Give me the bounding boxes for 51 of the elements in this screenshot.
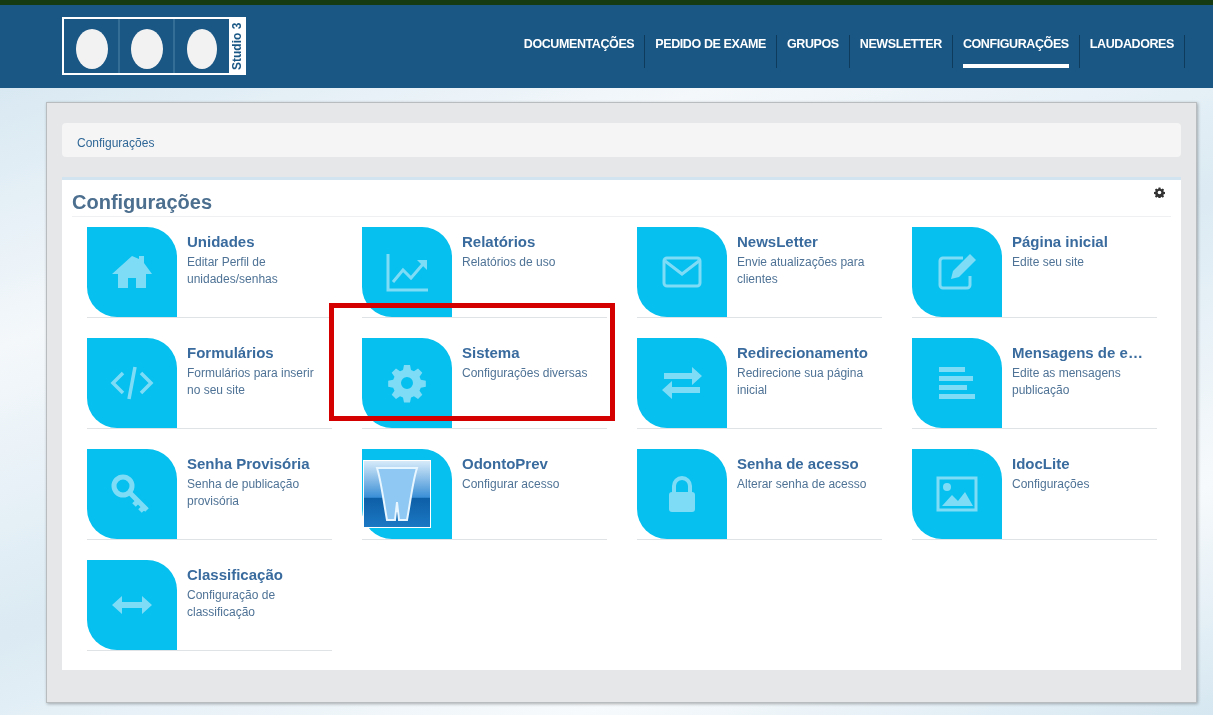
tile-title: Página inicial bbox=[1012, 233, 1108, 250]
tile-description: Relatórios de uso bbox=[462, 254, 556, 271]
tile-description: Redirecione sua página inicial bbox=[737, 365, 865, 399]
settings-tile[interactable]: Redirecionamento Redirecione sua página inicial bbox=[637, 338, 882, 429]
tile-title: Redirecionamento bbox=[737, 344, 869, 361]
section-title: Configurações bbox=[72, 191, 213, 214]
nav-link[interactable]: GRUPOS bbox=[777, 35, 850, 68]
nav-link[interactable]: DOCUMENTAÇÕES bbox=[513, 35, 646, 68]
tile-description: Configurações diversas bbox=[462, 365, 588, 382]
tile-description: Alterar senha de acesso bbox=[737, 476, 867, 493]
settings-tile[interactable]: Mensagens de e… Edite as mensagens publicação bbox=[912, 338, 1157, 429]
settings-tile[interactable]: IdocLite Configurações bbox=[912, 449, 1157, 540]
tile-title: Mensagens de e… bbox=[1012, 344, 1144, 361]
tile-description: Edite seu site bbox=[1012, 254, 1086, 271]
settings-tile[interactable]: Relatórios Relatórios de uso bbox=[362, 227, 607, 318]
tile-title: Relatórios bbox=[462, 233, 537, 250]
settings-tile[interactable]: NewsLetter Envie atualizações para clientes bbox=[637, 227, 882, 318]
tile-title: Classificação bbox=[187, 566, 284, 583]
settings-tile[interactable]: Classificação Configuração de classificação bbox=[87, 560, 332, 651]
tile-description: Configurações bbox=[1012, 476, 1090, 493]
tile-title: Senha de acesso bbox=[737, 455, 860, 472]
nav-link[interactable]: NEWSLETTER bbox=[849, 35, 953, 68]
settings-tile[interactable]: Sistema Configurações diversas bbox=[362, 338, 607, 429]
tile-title: IdocLite bbox=[1012, 455, 1071, 472]
settings-tile[interactable]: Senha Provisória Senha de publicação provisória bbox=[87, 449, 332, 540]
settings-tile[interactable]: Unidades Editar Perfil de unidades/senhas bbox=[87, 227, 332, 318]
nav-link[interactable]: LAUDADORES bbox=[1079, 35, 1185, 68]
logo[interactable]: Studio 3 bbox=[62, 17, 246, 75]
tile-title: NewsLetter bbox=[737, 233, 819, 250]
settings-tile[interactable]: Página inicial Edite seu site bbox=[912, 227, 1157, 318]
nav-link[interactable]: PEDIDO DE EXAME bbox=[645, 35, 777, 68]
logo-text: Studio 3 bbox=[229, 19, 244, 73]
tile-description: Envie atualizações para clientes bbox=[737, 254, 866, 288]
breadcrumb-link[interactable]: Configurações bbox=[77, 136, 155, 150]
tile-description: Senha de publicação provisória bbox=[187, 476, 301, 510]
settings-tile[interactable]: Formulários Formulários para inserir no seu site bbox=[87, 338, 332, 429]
nav-link[interactable]: CONFIGURAÇÕES bbox=[952, 35, 1080, 68]
tile-description: Formulários para inserir no seu site bbox=[187, 365, 315, 399]
settings-tile[interactable]: OdontoPrev Configurar acesso bbox=[362, 449, 607, 540]
tile-description: Editar Perfil de unidades/senhas bbox=[187, 254, 279, 288]
tile-title: Senha Provisória bbox=[187, 455, 311, 472]
settings-icon[interactable] bbox=[1154, 187, 1165, 198]
tile-title: Sistema bbox=[462, 344, 521, 361]
tile-title: Unidades bbox=[187, 233, 256, 250]
tile-title: Formulários bbox=[187, 344, 275, 361]
tile-description: Configuração de classificação bbox=[187, 587, 277, 621]
tile-description: Edite as mensagens publicação bbox=[1012, 365, 1122, 399]
tile-title: OdontoPrev bbox=[462, 455, 549, 472]
tile-description: Configurar acesso bbox=[462, 476, 560, 493]
settings-tile[interactable]: Senha de acesso Alterar senha de acesso bbox=[637, 449, 882, 540]
product-logo-icon bbox=[363, 460, 431, 528]
